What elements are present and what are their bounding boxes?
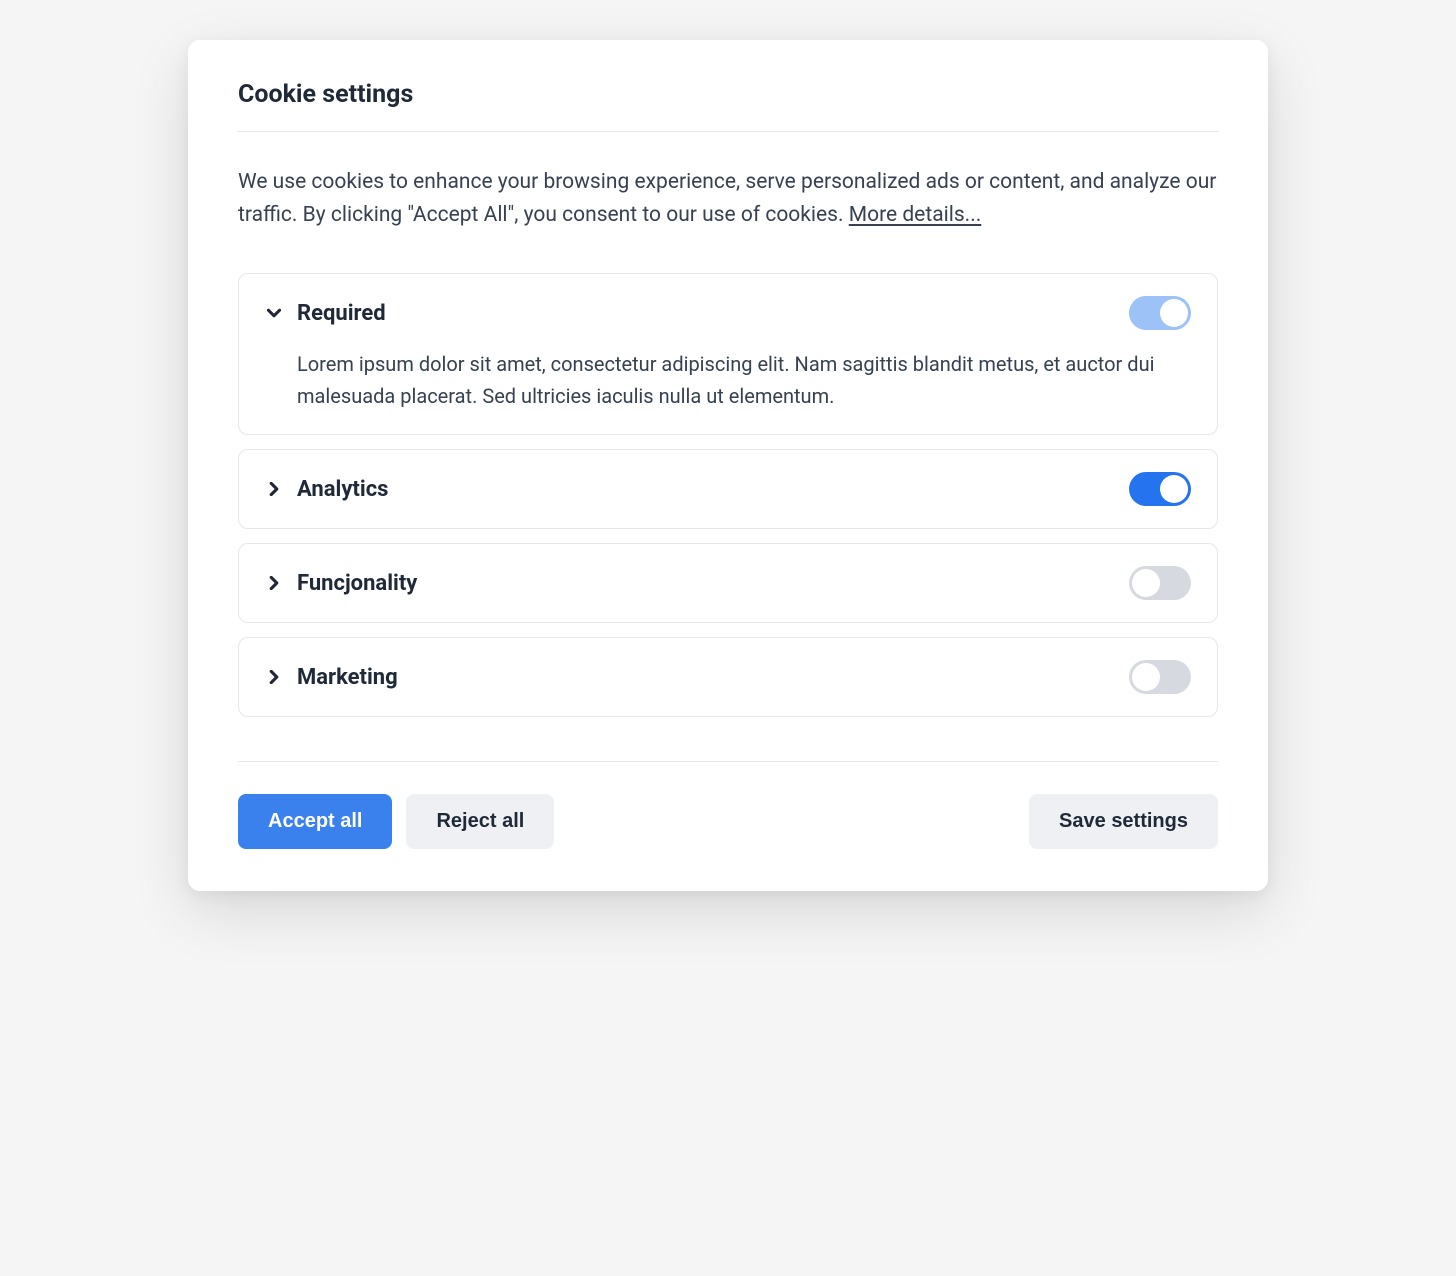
category-header: Funcjonality (265, 566, 1191, 600)
spacer (568, 794, 1015, 849)
toggle-knob (1160, 475, 1188, 503)
modal-title: Cookie settings (238, 80, 1218, 109)
description-text: We use cookies to enhance your browsing … (238, 170, 1216, 227)
category-list: Required Lorem ipsum dolor sit amet, con… (238, 273, 1218, 717)
cookie-description: We use cookies to enhance your browsing … (238, 166, 1218, 231)
category-title[interactable]: Funcjonality (297, 571, 1115, 596)
more-details-link[interactable]: More details... (849, 203, 982, 227)
category-functionality: Funcjonality (238, 543, 1218, 623)
toggle-marketing[interactable] (1129, 660, 1191, 694)
chevron-right-icon[interactable] (265, 480, 283, 498)
modal-footer: Accept all Reject all Save settings (238, 794, 1218, 849)
category-title[interactable]: Required (297, 301, 1115, 326)
reject-all-button[interactable]: Reject all (406, 794, 554, 849)
divider-bottom (238, 761, 1218, 762)
category-body: Lorem ipsum dolor sit amet, consectetur … (265, 348, 1191, 412)
category-header: Required (265, 296, 1191, 330)
accept-all-button[interactable]: Accept all (238, 794, 392, 849)
toggle-analytics[interactable] (1129, 472, 1191, 506)
toggle-knob (1132, 569, 1160, 597)
category-header: Analytics (265, 472, 1191, 506)
chevron-right-icon[interactable] (265, 668, 283, 686)
category-required: Required Lorem ipsum dolor sit amet, con… (238, 273, 1218, 435)
toggle-knob (1132, 663, 1160, 691)
category-header: Marketing (265, 660, 1191, 694)
save-settings-button[interactable]: Save settings (1029, 794, 1218, 849)
category-marketing: Marketing (238, 637, 1218, 717)
category-title[interactable]: Analytics (297, 477, 1115, 502)
cookie-settings-modal: Cookie settings We use cookies to enhanc… (188, 40, 1268, 891)
category-analytics: Analytics (238, 449, 1218, 529)
toggle-knob (1160, 299, 1188, 327)
chevron-right-icon[interactable] (265, 574, 283, 592)
chevron-down-icon[interactable] (265, 304, 283, 322)
divider-top (238, 131, 1218, 132)
toggle-functionality[interactable] (1129, 566, 1191, 600)
toggle-required (1129, 296, 1191, 330)
category-title[interactable]: Marketing (297, 665, 1115, 690)
